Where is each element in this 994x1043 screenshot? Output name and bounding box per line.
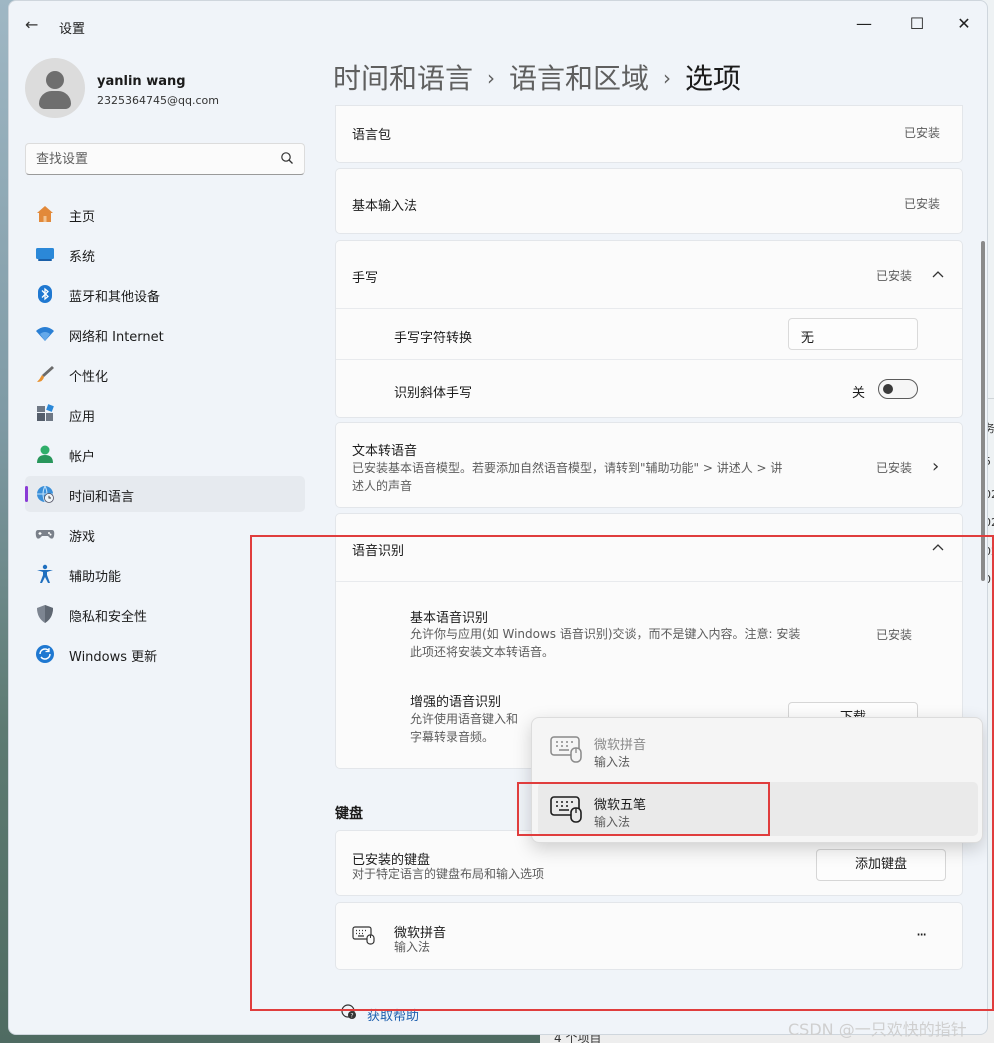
language-pack-card: 语言包 已安装 — [335, 105, 963, 163]
search-box[interactable] — [25, 143, 305, 175]
char-convert-dropdown[interactable]: 无 ⌵ — [788, 318, 918, 350]
brush-icon — [37, 366, 54, 382]
sidebar-item-home[interactable]: 主页 — [25, 196, 305, 232]
wifi-icon — [36, 327, 54, 341]
tts-card[interactable]: 文本转语音 已安装基本语音模型。若要添加自然语音模型，请转到"辅助功能" > 讲… — [335, 422, 963, 508]
chevron-right-icon: › — [487, 66, 496, 90]
status-badge: 已安装 — [904, 197, 941, 211]
sidebar-item-label: 蓝牙和其他设备 — [69, 290, 161, 305]
watermark: CSDN @一只欢快的指针 — [788, 1020, 967, 1039]
sidebar-item-label: 网络和 Internet — [69, 330, 164, 345]
tts-description: 已安装基本语音模型。若要添加自然语音模型，请转到"辅助功能" > 讲述人 > 讲… — [352, 461, 783, 493]
update-icon — [36, 645, 54, 663]
sidebar-item-system[interactable]: 系统 — [25, 236, 305, 272]
sidebar-item-personalization[interactable]: 个性化 — [25, 356, 305, 392]
search-icon[interactable] — [280, 151, 294, 165]
bluetooth-icon — [38, 285, 52, 303]
sidebar-item-label: 帐户 — [69, 450, 96, 465]
maximize-icon[interactable]: ☐ — [894, 9, 940, 39]
svg-text:?: ? — [350, 1012, 353, 1019]
basic-input-card: 基本输入法 已安装 — [335, 168, 963, 234]
sidebar-item-time-language[interactable]: 时间和语言 — [25, 476, 305, 512]
close-icon[interactable]: ✕ — [941, 9, 987, 39]
status-badge: 已安装 — [876, 461, 913, 475]
avatar — [25, 58, 85, 118]
home-icon — [37, 206, 53, 222]
tts-label: 文本转语音 — [352, 444, 418, 459]
handwriting-label: 手写 — [352, 271, 379, 286]
chevron-right-icon: › — [663, 66, 672, 90]
page-title: 选项 — [685, 62, 742, 95]
app-title: 设置 — [59, 22, 86, 37]
shield-icon — [37, 605, 53, 623]
toggle-state: 关 — [852, 386, 866, 401]
gamepad-icon — [35, 530, 55, 539]
sidebar-item-network[interactable]: 网络和 Internet — [25, 316, 305, 352]
sidebar-item-label: 系统 — [69, 250, 96, 265]
accessibility-icon — [37, 564, 53, 583]
breadcrumb: 时间和语言 › 语言和区域 › 选项 — [333, 57, 741, 97]
italic-toggle[interactable] — [878, 379, 918, 399]
annotation-box-wubi — [517, 782, 770, 836]
person-icon — [37, 445, 53, 463]
chevron-right-icon[interactable]: › — [932, 456, 939, 477]
sidebar-item-label: 隐私和安全性 — [69, 610, 148, 625]
user-email: 2325364745@qq.com — [97, 94, 219, 107]
status-badge: 已安装 — [904, 126, 941, 140]
sidebar-item-apps[interactable]: 应用 — [25, 396, 305, 432]
apps-icon — [37, 404, 54, 421]
chevron-up-icon[interactable] — [932, 270, 944, 278]
status-badge: 已安装 — [876, 269, 913, 283]
sidebar-item-label: 辅助功能 — [69, 570, 122, 585]
sidebar-item-label: 个性化 — [69, 370, 109, 385]
sidebar-item-bluetooth[interactable]: 蓝牙和其他设备 — [25, 276, 305, 312]
annotation-box-large — [250, 535, 994, 1011]
sidebar-item-label: 应用 — [69, 410, 96, 425]
sidebar-item-label: Windows 更新 — [69, 650, 158, 665]
sidebar-item-accounts[interactable]: 帐户 — [25, 436, 305, 472]
arrow-left-icon[interactable]: ← — [25, 15, 38, 34]
char-convert-label: 手写字符转换 — [394, 331, 473, 346]
handwriting-header[interactable]: 手写 已安装 — [336, 241, 962, 307]
breadcrumb-language-region[interactable]: 语言和区域 — [509, 62, 649, 95]
globe-clock-icon — [37, 485, 54, 503]
sidebar-item-label: 时间和语言 — [69, 490, 135, 505]
basic-input-label: 基本输入法 — [352, 199, 418, 214]
active-indicator — [25, 486, 28, 502]
language-pack-label: 语言包 — [352, 128, 392, 143]
title-bar: ← 设置 — ☐ ✕ — [9, 1, 987, 49]
breadcrumb-time-language[interactable]: 时间和语言 — [333, 62, 473, 95]
search-input[interactable] — [26, 144, 266, 174]
scrollbar[interactable] — [981, 241, 985, 581]
monitor-icon — [36, 248, 54, 261]
sidebar-item-label: 主页 — [69, 210, 96, 225]
sidebar-item-label: 游戏 — [69, 530, 96, 545]
user-name: yanlin wang — [97, 74, 186, 89]
chevron-down-icon: ⌵ — [801, 327, 809, 338]
handwriting-card: 手写 已安装 手写字符转换 无 ⌵ 识别斜体手写 关 — [335, 240, 963, 418]
italic-label: 识别斜体手写 — [394, 386, 473, 401]
minimize-icon[interactable]: — — [841, 9, 887, 39]
